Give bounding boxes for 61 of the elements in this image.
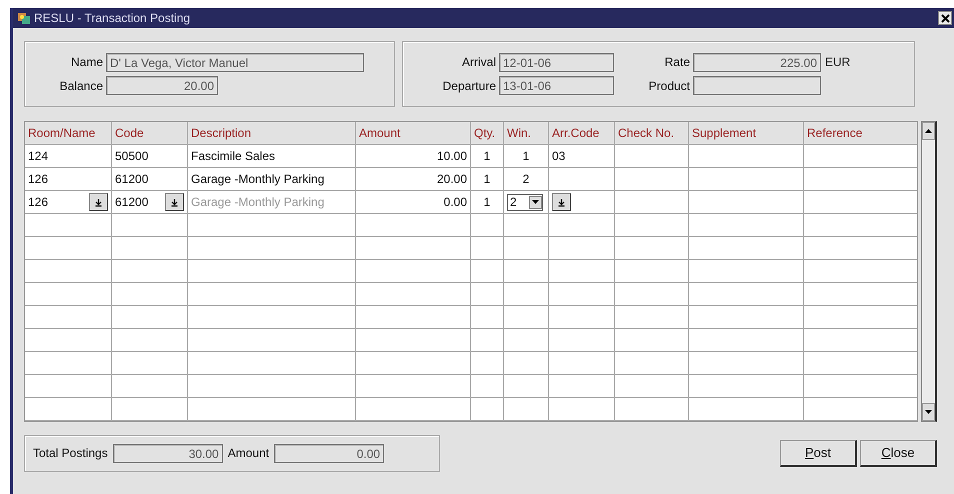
field-label: Total Postings (33, 446, 108, 460)
dialog-button[interactable]: Close (860, 440, 937, 466)
column-header[interactable]: Description (188, 122, 356, 144)
field-label: Rate (664, 55, 690, 70)
input-field[interactable]: 225.00 (693, 52, 821, 72)
table-cell: 50500 (112, 145, 188, 167)
column-header[interactable]: Win. (504, 122, 549, 144)
input-field[interactable]: 20.00 (106, 76, 218, 96)
download-arrow-icon (94, 198, 103, 206)
input-field[interactable]: 30.00 (112, 444, 223, 462)
table-cell: 124 (25, 145, 112, 167)
window-dropdown[interactable]: 2 (507, 194, 543, 210)
table-cell: 2 (504, 168, 549, 190)
lookup-button[interactable] (165, 193, 184, 211)
window-title: RESLU - Transaction Posting (34, 11, 190, 25)
column-header[interactable]: Arr.Code (549, 122, 615, 144)
table-cell-text: 0.00 (444, 194, 467, 211)
table-cell: 1 (471, 168, 504, 190)
input-field[interactable]: 12-01-06 (499, 52, 614, 72)
scrollbar[interactable] (921, 121, 937, 422)
column-header[interactable]: Check No. (615, 122, 689, 144)
input-field[interactable]: 13-01-06 (499, 76, 614, 96)
table-cell: 10.00 (356, 145, 471, 167)
field-label: Balance (58, 78, 103, 93)
table-cell: 126 (25, 168, 112, 190)
caret-icon (532, 200, 539, 204)
field-label: Amount (228, 446, 270, 460)
column-header[interactable]: Amount (356, 122, 471, 144)
table-cell: 1 (504, 145, 549, 167)
column-header[interactable]: Code (112, 122, 188, 144)
table-cell: 03 (549, 145, 615, 167)
column-header[interactable]: Supplement (689, 122, 804, 144)
input-field[interactable] (693, 76, 821, 96)
table-cell: Fascimile Sales (188, 145, 356, 167)
dialog-button[interactable]: Post (780, 440, 857, 466)
lookup-button[interactable] (89, 193, 108, 211)
column-header[interactable]: Reference (804, 122, 917, 144)
field-label: Arrival (460, 55, 496, 70)
table-cell: 1 (471, 145, 504, 167)
input-field[interactable]: D' La Vega, Victor Manuel (106, 52, 364, 72)
table-cell: Garage -Monthly Parking (188, 168, 356, 190)
scroll-down-icon[interactable] (925, 410, 932, 414)
currency-label: EUR (825, 55, 850, 70)
table-cell-text: 61200 (115, 194, 148, 211)
table-cell-text: 126 (28, 194, 48, 211)
app-icon (17, 11, 31, 25)
column-header[interactable]: Qty. (471, 122, 504, 144)
field-label: Departure (442, 78, 496, 93)
scroll-up-icon[interactable] (925, 129, 932, 133)
lookup-button[interactable] (552, 193, 571, 211)
download-arrow-icon (170, 198, 179, 206)
field-label: Name (70, 55, 103, 70)
download-arrow-icon (557, 198, 566, 206)
close-button[interactable] (938, 11, 952, 25)
input-field[interactable]: 0.00 (274, 444, 384, 462)
table-cell-text: Garage -Monthly Parking (191, 194, 324, 211)
column-header[interactable]: Room/Name (25, 122, 112, 144)
field-label: Product (648, 78, 690, 93)
table-cell-text: 1 (484, 194, 490, 211)
table-cell: 20.00 (356, 168, 471, 190)
table-cell: 61200 (112, 168, 188, 190)
